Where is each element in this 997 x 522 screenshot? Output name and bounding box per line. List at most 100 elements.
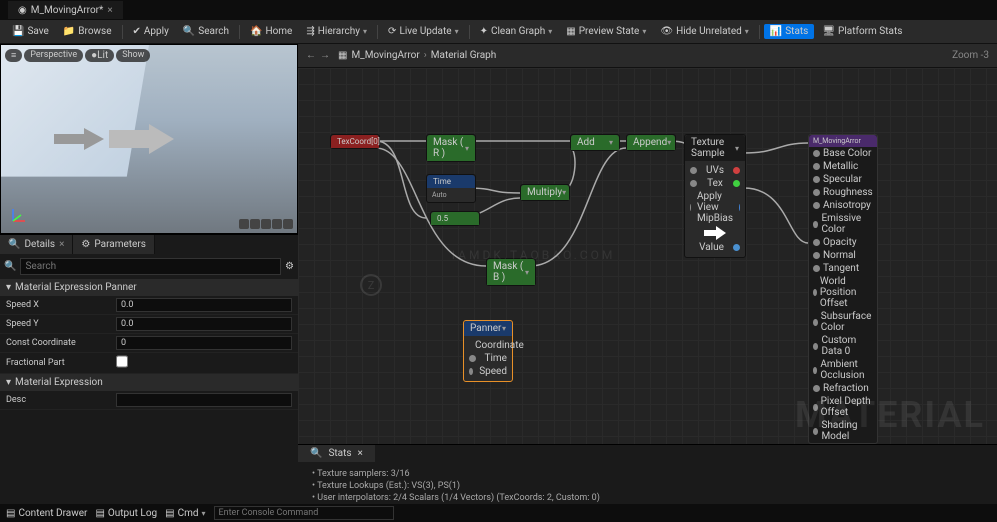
output-pin-row[interactable]: Metallic	[809, 160, 877, 173]
pin-in[interactable]	[469, 368, 473, 375]
speed-x-input[interactable]	[116, 298, 292, 312]
forward-button[interactable]: →	[320, 50, 330, 61]
output-pin-row[interactable]: Emissive Color	[809, 212, 877, 236]
back-button[interactable]: ←	[306, 50, 316, 61]
output-pin-row[interactable]: Custom Data 0	[809, 334, 877, 358]
breadcrumb-asset[interactable]: M_MovingArror	[351, 50, 419, 61]
asset-tab[interactable]: ◉ M_MovingArror* ×	[8, 1, 123, 19]
pin-in[interactable]	[813, 252, 820, 259]
node-multiply[interactable]: Multiply▾	[520, 184, 570, 201]
section-material-expression[interactable]: ▾Material Expression	[0, 374, 298, 391]
output-pin-row[interactable]: Ambient Occlusion	[809, 358, 877, 382]
speed-y-input[interactable]	[116, 317, 292, 331]
pin-out[interactable]	[733, 244, 740, 251]
chevron-down-icon: ▾	[363, 27, 367, 36]
pin-in[interactable]	[813, 239, 820, 246]
gear-icon[interactable]: ⚙	[285, 261, 294, 272]
output-pin-row[interactable]: Anisotropy	[809, 199, 877, 212]
pin-in[interactable]	[813, 343, 818, 350]
cmd-dropdown[interactable]: ▤Cmd▾	[165, 508, 205, 519]
pin-in[interactable]	[813, 150, 820, 157]
output-pin-row[interactable]: Subsurface Color	[809, 310, 877, 334]
pin-in[interactable]	[813, 221, 818, 228]
close-icon[interactable]: ×	[358, 448, 363, 459]
shape-icon[interactable]	[261, 219, 271, 229]
pin-in[interactable]	[813, 265, 820, 272]
pin-in[interactable]	[813, 385, 820, 392]
perspective-button[interactable]: Perspective	[24, 49, 83, 62]
tab-parameters[interactable]: ⚙Parameters	[73, 235, 155, 254]
section-material-expression-panner[interactable]: ▾Material Expression Panner	[0, 279, 298, 296]
stats-button[interactable]: 📊Stats	[764, 24, 815, 39]
const-coord-input[interactable]	[116, 336, 292, 350]
pin-in[interactable]	[813, 289, 817, 296]
node-time[interactable]: TimeAuto	[426, 174, 476, 203]
node-append[interactable]: Append▾	[626, 134, 676, 151]
eye-off-icon: 👁	[660, 26, 673, 37]
show-button[interactable]: Show	[116, 49, 150, 62]
clean-graph-button[interactable]: ✦Clean Graph▾	[474, 24, 559, 39]
fractional-part-checkbox[interactable]	[116, 355, 128, 368]
home-button[interactable]: 🏠Home	[244, 24, 298, 39]
pin-in[interactable]	[813, 367, 817, 374]
preview-viewport[interactable]: ≡ Perspective ●Lit Show	[0, 44, 298, 234]
browse-button[interactable]: 📁Browse	[57, 24, 118, 39]
save-button[interactable]: 💾Save	[6, 24, 55, 39]
watermark-material: MATERIAL	[795, 394, 985, 436]
material-graph[interactable]: TexCoord[0] Mask ( R )▾ TimeAuto 0.5 Mul…	[298, 68, 997, 444]
shape-icon[interactable]	[283, 219, 293, 229]
node-texture-sample[interactable]: Texture Sample▾ UVs Tex Apply View MipBi…	[684, 134, 746, 258]
menu-button[interactable]: ≡	[5, 49, 22, 62]
tab-stats[interactable]: 🔍Stats×	[298, 445, 375, 462]
pin-in[interactable]	[690, 204, 691, 211]
pin-in[interactable]	[813, 163, 820, 170]
pin-out[interactable]	[733, 167, 740, 174]
output-pin-row[interactable]: World Position Offset	[809, 275, 877, 310]
desc-input[interactable]	[116, 393, 292, 407]
node-texcoord[interactable]: TexCoord[0]	[330, 134, 380, 149]
preview-state-button[interactable]: ▦Preview State▾	[560, 24, 652, 39]
search-button[interactable]: 🔍Search	[177, 24, 235, 39]
pin-in[interactable]	[813, 189, 820, 196]
panel-tabs: 🔍Details× ⚙Parameters	[0, 234, 298, 254]
node-panner[interactable]: Panner▾ Coordinate Time Speed	[463, 320, 513, 382]
tab-details[interactable]: 🔍Details×	[0, 235, 73, 254]
output-log-button[interactable]: ▤Output Log	[95, 508, 157, 519]
apply-button[interactable]: ✔Apply	[127, 24, 175, 39]
hide-unrelated-button[interactable]: 👁Hide Unrelated▾	[654, 24, 754, 39]
pin-out[interactable]	[733, 180, 740, 187]
output-pin-row[interactable]: Opacity	[809, 236, 877, 249]
output-pin-row[interactable]: Specular	[809, 173, 877, 186]
search-input[interactable]	[20, 258, 281, 275]
output-pin-row[interactable]: Normal	[809, 249, 877, 262]
pin-in[interactable]	[813, 319, 818, 326]
nav-controls: ← →	[306, 50, 330, 61]
output-pin-row[interactable]: Roughness	[809, 186, 877, 199]
pin-in[interactable]	[690, 180, 697, 187]
pin-out[interactable]	[739, 204, 740, 211]
pin-in[interactable]	[813, 176, 820, 183]
breadcrumb: ▦ M_MovingArror › Material Graph	[338, 50, 496, 61]
platform-stats-button[interactable]: 🖥Platform Stats	[816, 24, 908, 39]
console-input[interactable]	[214, 506, 394, 520]
output-pin-row[interactable]: Tangent	[809, 262, 877, 275]
output-pin-row[interactable]: Base Color	[809, 147, 877, 160]
close-icon[interactable]: ×	[59, 239, 64, 250]
axis-gizmo[interactable]	[9, 205, 29, 225]
lit-button[interactable]: ●Lit	[85, 49, 114, 62]
main-area: ≡ Perspective ●Lit Show 🔍Details× ⚙Param…	[0, 44, 997, 522]
pin-in[interactable]	[469, 355, 476, 362]
shape-icon[interactable]	[239, 219, 249, 229]
node-constant[interactable]: 0.5	[430, 211, 480, 226]
node-mask-r[interactable]: Mask ( R )▾	[426, 134, 476, 162]
watermark-logo: Z	[360, 274, 382, 296]
close-icon[interactable]: ×	[107, 5, 112, 16]
shape-icon[interactable]	[250, 219, 260, 229]
hierarchy-button[interactable]: ⇶Hierarchy▾	[300, 24, 373, 39]
pin-in[interactable]	[690, 167, 697, 174]
shape-icon[interactable]	[272, 219, 282, 229]
pin-in[interactable]	[813, 202, 820, 209]
content-drawer-button[interactable]: ▤Content Drawer	[6, 508, 87, 519]
live-update-button[interactable]: ⟳Live Update▾	[382, 24, 465, 39]
node-add[interactable]: Add▾	[570, 134, 620, 151]
